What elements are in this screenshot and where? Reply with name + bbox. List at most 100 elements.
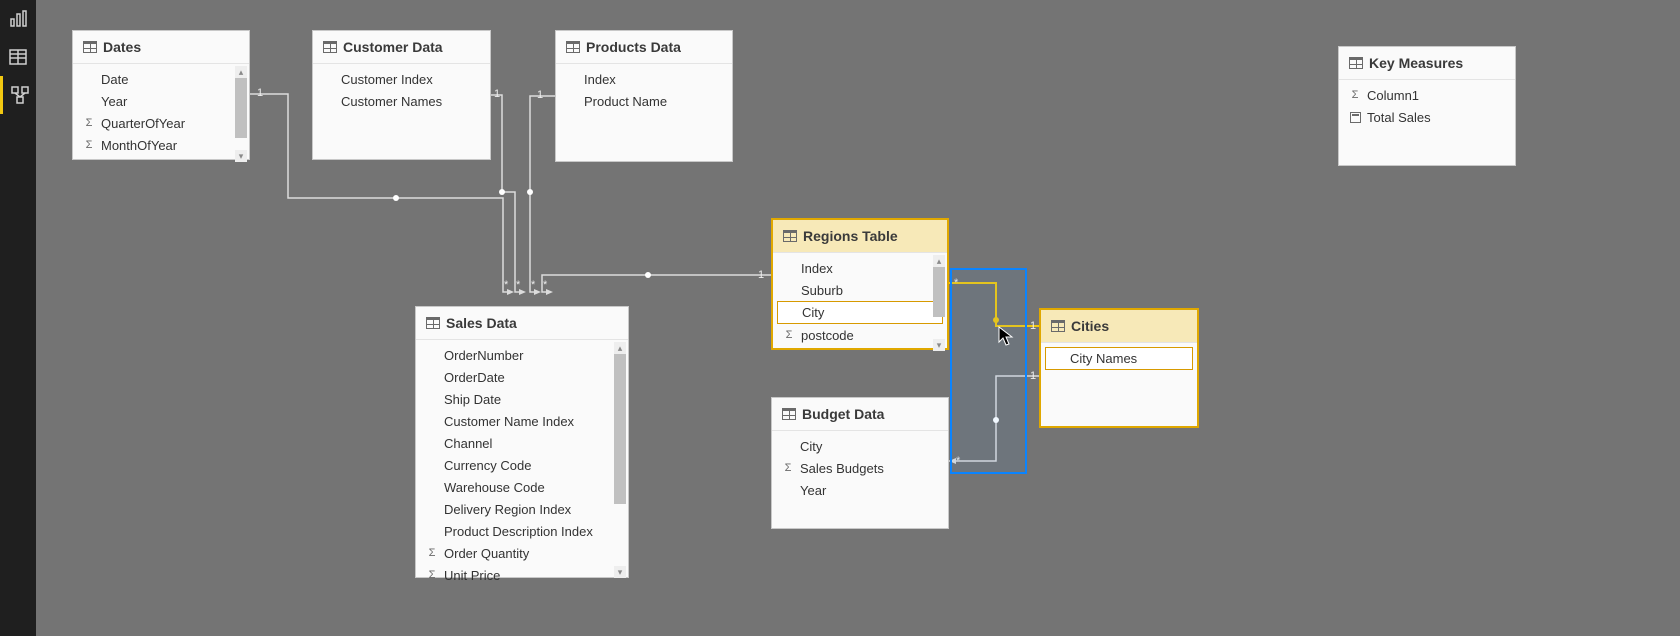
- table-header[interactable]: Budget Data: [772, 398, 948, 431]
- table-icon: [1349, 57, 1363, 69]
- field-sales-budgets[interactable]: Sales Budgets: [772, 457, 948, 479]
- field-quarterofyear[interactable]: QuarterOfYear: [73, 112, 249, 134]
- field-year[interactable]: Year: [772, 479, 948, 501]
- report-view-button[interactable]: [0, 0, 36, 38]
- field-label: Customer Names: [341, 94, 442, 109]
- field-label: Sales Budgets: [800, 461, 884, 476]
- scroll-up-icon[interactable]: ▴: [933, 255, 945, 267]
- field-label: Index: [801, 261, 833, 276]
- scroll-up-icon[interactable]: ▴: [614, 342, 626, 354]
- field-ordernumber[interactable]: OrderNumber: [416, 344, 628, 366]
- field-label: OrderDate: [444, 370, 505, 385]
- scrollbar[interactable]: ▴ ▾: [614, 342, 626, 578]
- svg-text:1: 1: [1030, 320, 1036, 332]
- table-budget-data[interactable]: Budget Data City Sales Budgets Year: [771, 397, 949, 529]
- field-label: OrderNumber: [444, 348, 523, 363]
- field-delivery-region-index[interactable]: Delivery Region Index: [416, 498, 628, 520]
- data-view-button[interactable]: [0, 38, 36, 76]
- field-date[interactable]: Date: [73, 68, 249, 90]
- scroll-down-icon[interactable]: ▾: [614, 566, 626, 578]
- field-label: Total Sales: [1367, 110, 1431, 125]
- svg-text:*: *: [504, 279, 509, 291]
- scroll-thumb[interactable]: [235, 78, 247, 138]
- table-regions[interactable]: Regions Table Index Suburb City postcode…: [771, 218, 949, 350]
- sigma-icon: [782, 462, 794, 474]
- field-suburb[interactable]: Suburb: [773, 279, 947, 301]
- field-label: Warehouse Code: [444, 480, 545, 495]
- field-label: Channel: [444, 436, 492, 451]
- field-city-names[interactable]: City Names: [1045, 347, 1193, 370]
- sigma-icon: [83, 139, 95, 151]
- field-label: Customer Index: [341, 72, 433, 87]
- field-unit-price[interactable]: Unit Price: [416, 564, 628, 580]
- table-dates[interactable]: Dates Date Year QuarterOfYear MonthOfYea…: [72, 30, 250, 160]
- sigma-icon: [426, 547, 438, 559]
- field-customer-names[interactable]: Customer Names: [313, 90, 490, 112]
- field-customer-name-index[interactable]: Customer Name Index: [416, 410, 628, 432]
- field-total-sales[interactable]: Total Sales: [1339, 106, 1515, 128]
- field-list: Index Product Name: [556, 64, 732, 116]
- table-header[interactable]: Cities: [1041, 310, 1197, 343]
- table-title: Dates: [103, 39, 141, 55]
- field-label: Customer Name Index: [444, 414, 574, 429]
- table-header[interactable]: Products Data: [556, 31, 732, 64]
- table-header[interactable]: Key Measures: [1339, 47, 1515, 80]
- field-postcode[interactable]: postcode: [773, 324, 947, 346]
- field-year[interactable]: Year: [73, 90, 249, 112]
- selection-rectangle: [950, 268, 1027, 474]
- table-header[interactable]: Regions Table: [773, 220, 947, 253]
- field-city[interactable]: City: [772, 435, 948, 457]
- field-label: Order Quantity: [444, 546, 529, 561]
- field-list: Date Year QuarterOfYear MonthOfYear ▴ ▾: [73, 64, 249, 164]
- table-title: Regions Table: [803, 228, 898, 244]
- svg-text:*: *: [516, 279, 521, 291]
- table-cities[interactable]: Cities City Names: [1039, 308, 1199, 428]
- field-currency-code[interactable]: Currency Code: [416, 454, 628, 476]
- model-canvas[interactable]: 1 * 1 * 1 * 1 * 1 * 1 * Date: [36, 0, 1680, 636]
- svg-text:1: 1: [537, 89, 543, 101]
- scrollbar[interactable]: ▴ ▾: [235, 66, 247, 162]
- table-title: Cities: [1071, 318, 1109, 334]
- field-order-quantity[interactable]: Order Quantity: [416, 542, 628, 564]
- table-sales-data[interactable]: Sales Data OrderNumber OrderDate Ship Da…: [415, 306, 629, 578]
- field-product-description-index[interactable]: Product Description Index: [416, 520, 628, 542]
- model-view-button[interactable]: [0, 76, 36, 114]
- sigma-icon: [83, 117, 95, 129]
- field-ship-date[interactable]: Ship Date: [416, 388, 628, 410]
- table-icon: [1051, 320, 1065, 332]
- field-index[interactable]: Index: [556, 68, 732, 90]
- field-product-name[interactable]: Product Name: [556, 90, 732, 112]
- scroll-down-icon[interactable]: ▾: [235, 150, 247, 162]
- field-label: Date: [101, 72, 128, 87]
- field-customer-index[interactable]: Customer Index: [313, 68, 490, 90]
- field-label: Product Name: [584, 94, 667, 109]
- scroll-down-icon[interactable]: ▾: [933, 339, 945, 351]
- scroll-up-icon[interactable]: ▴: [235, 66, 247, 78]
- table-header[interactable]: Customer Data: [313, 31, 490, 64]
- field-city[interactable]: City: [777, 301, 943, 324]
- field-warehouse-code[interactable]: Warehouse Code: [416, 476, 628, 498]
- table-title: Products Data: [586, 39, 681, 55]
- field-label: Currency Code: [444, 458, 531, 473]
- table-products-data[interactable]: Products Data Index Product Name: [555, 30, 733, 162]
- view-switcher-nav: [0, 0, 36, 636]
- table-key-measures[interactable]: Key Measures Column1 Total Sales: [1338, 46, 1516, 166]
- svg-text:*: *: [956, 455, 961, 467]
- field-column1[interactable]: Column1: [1339, 84, 1515, 106]
- sigma-icon: [1349, 89, 1361, 101]
- scroll-thumb[interactable]: [614, 354, 626, 504]
- field-channel[interactable]: Channel: [416, 432, 628, 454]
- field-orderdate[interactable]: OrderDate: [416, 366, 628, 388]
- field-list: Index Suburb City postcode ▴ ▾: [773, 253, 947, 353]
- table-icon: [782, 408, 796, 420]
- scrollbar[interactable]: ▴ ▾: [933, 255, 945, 351]
- field-list: Customer Index Customer Names: [313, 64, 490, 116]
- scroll-thumb[interactable]: [933, 267, 945, 317]
- table-header[interactable]: Dates: [73, 31, 249, 64]
- svg-text:1: 1: [758, 269, 764, 281]
- field-monthofyear[interactable]: MonthOfYear: [73, 134, 249, 156]
- field-index[interactable]: Index: [773, 257, 947, 279]
- field-label: Index: [584, 72, 616, 87]
- table-header[interactable]: Sales Data: [416, 307, 628, 340]
- table-customer-data[interactable]: Customer Data Customer Index Customer Na…: [312, 30, 491, 160]
